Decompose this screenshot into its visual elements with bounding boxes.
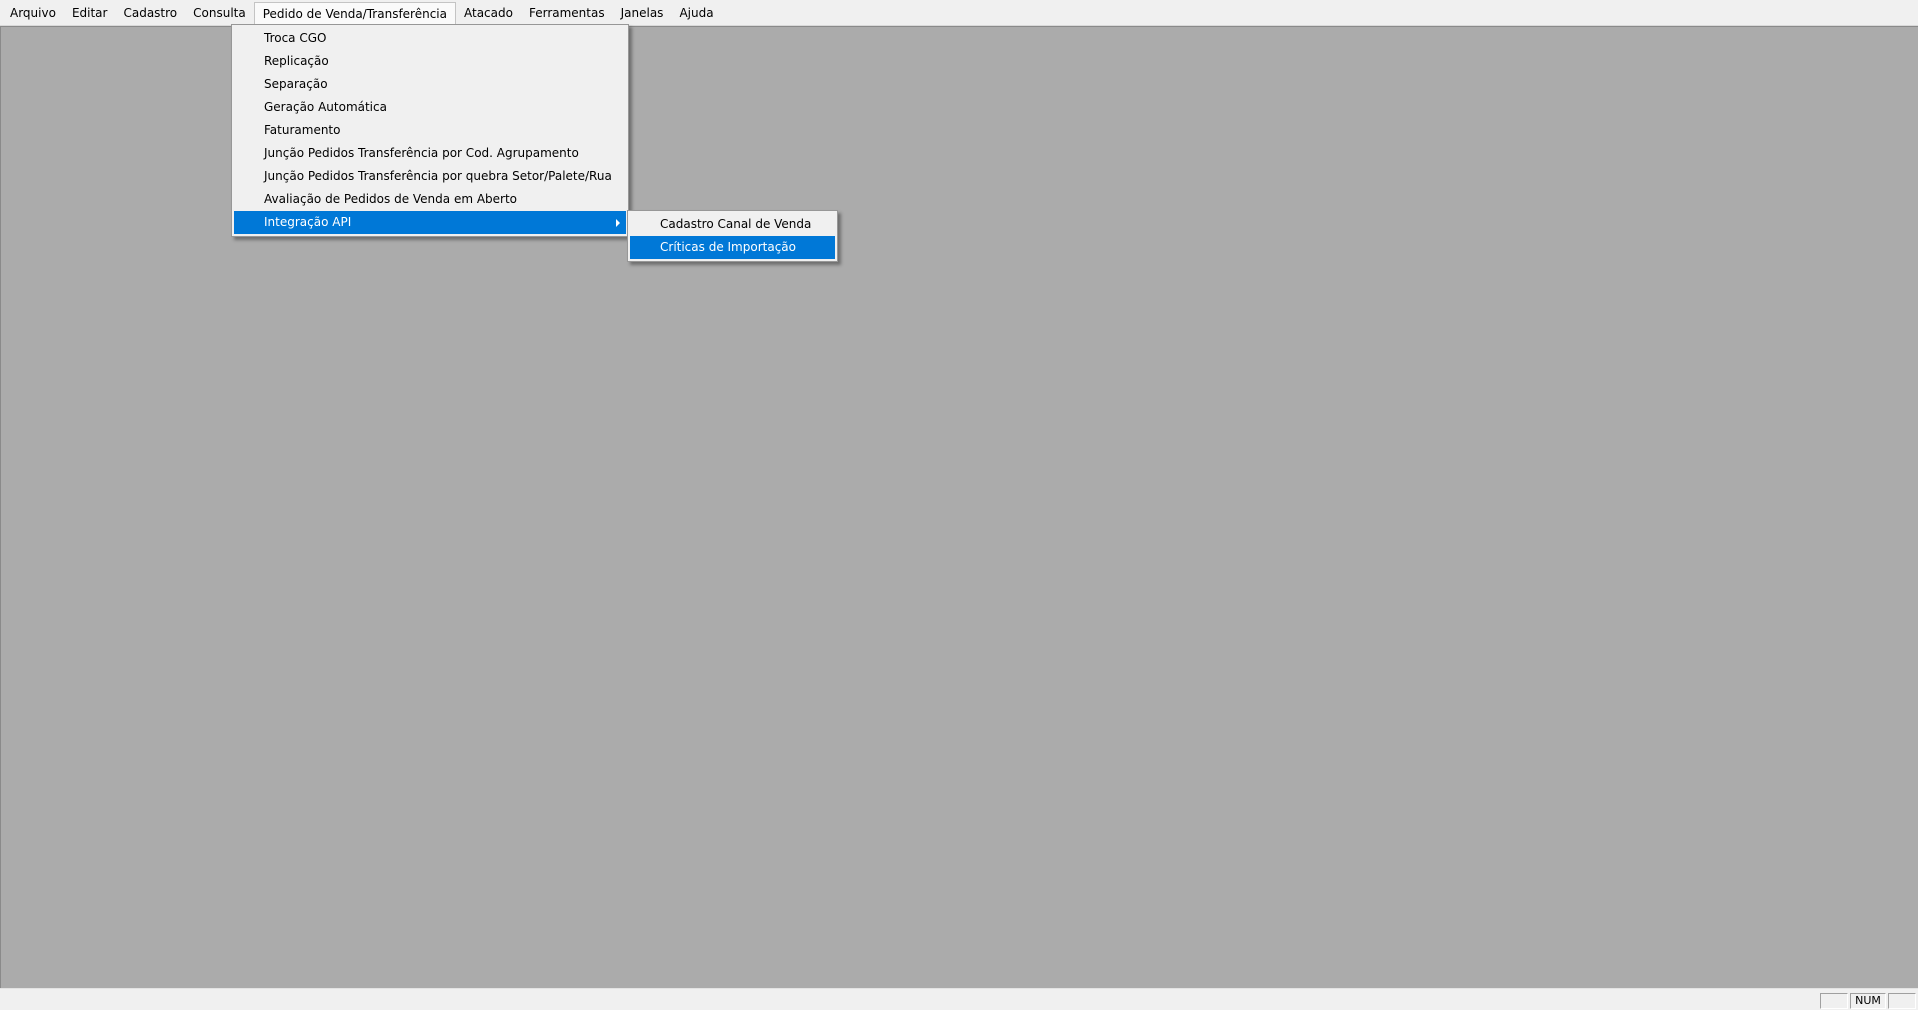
status-bar: NUM — [0, 988, 1918, 1010]
menu-ajuda[interactable]: Ajuda — [671, 2, 721, 24]
menu-bar: Arquivo Editar Cadastro Consulta Pedido … — [0, 0, 1918, 26]
status-num-indicator: NUM — [1850, 993, 1886, 1009]
menu-item-juncao-cod-agrupamento[interactable]: Junção Pedidos Transferência por Cod. Ag… — [234, 142, 626, 165]
menu-ferramentas[interactable]: Ferramentas — [521, 2, 613, 24]
menu-editar[interactable]: Editar — [64, 2, 116, 24]
menu-janelas[interactable]: Janelas — [613, 2, 672, 24]
menu-consulta[interactable]: Consulta — [185, 2, 254, 24]
integracao-api-submenu: Cadastro Canal de Venda Críticas de Impo… — [627, 210, 838, 262]
menu-item-integracao-api[interactable]: Integração API — [234, 211, 626, 234]
menu-item-geracao-automatica[interactable]: Geração Automática — [234, 96, 626, 119]
menu-item-replicacao[interactable]: Replicação — [234, 50, 626, 73]
menu-item-separacao[interactable]: Separação — [234, 73, 626, 96]
application-window: Arquivo Editar Cadastro Consulta Pedido … — [0, 0, 1918, 1010]
menu-item-criticas-importacao[interactable]: Críticas de Importação — [630, 236, 835, 259]
submenu-arrow-icon — [616, 219, 620, 227]
status-pane-blank-2 — [1888, 993, 1916, 1009]
menu-item-integracao-api-label: Integração API — [264, 215, 352, 229]
menu-arquivo[interactable]: Arquivo — [2, 2, 64, 24]
menu-pedido-venda-transferencia[interactable]: Pedido de Venda/Transferência — [253, 1, 456, 24]
menu-cadastro[interactable]: Cadastro — [115, 2, 185, 24]
status-pane-blank-1 — [1820, 993, 1848, 1009]
menu-item-juncao-setor-palete-rua[interactable]: Junção Pedidos Transferência por quebra … — [234, 165, 626, 188]
menu-item-avaliacao-pedidos-aberto[interactable]: Avaliação de Pedidos de Venda em Aberto — [234, 188, 626, 211]
menu-atacado[interactable]: Atacado — [456, 2, 521, 24]
menu-item-cadastro-canal-venda[interactable]: Cadastro Canal de Venda — [630, 213, 835, 236]
menu-item-troca-cgo[interactable]: Troca CGO — [234, 27, 626, 50]
pedido-venda-dropdown: Troca CGO Replicação Separação Geração A… — [231, 24, 629, 237]
menu-item-faturamento[interactable]: Faturamento — [234, 119, 626, 142]
